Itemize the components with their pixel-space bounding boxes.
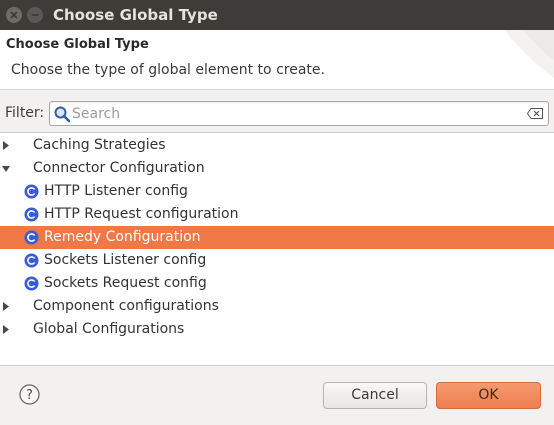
ok-button[interactable]: OK [436,382,541,409]
expand-arrow-icon[interactable] [2,325,10,334]
cancel-button[interactable]: Cancel [323,382,427,409]
window-close-button[interactable] [6,7,22,23]
dialog-description: Choose the type of global element to cre… [11,62,325,78]
search-icon [54,106,71,123]
collapse-arrow-icon[interactable] [2,165,11,173]
tree-item-label: Global Configurations [33,321,185,337]
header-decoration [504,30,554,78]
tree-item-label: HTTP Listener config [44,183,188,199]
tree-item-label: Remedy Configuration [44,229,201,245]
global-element-icon [24,207,39,222]
search-input[interactable] [72,104,512,123]
tree-item-remedy-configuration[interactable]: Remedy Configuration [0,226,554,249]
tree-item-label: HTTP Request configuration [44,206,239,222]
window-title: Choose Global Type [53,6,218,24]
filter-field[interactable] [49,101,549,126]
tree-item-label: Sockets Request config [44,275,207,291]
global-element-icon [24,276,39,291]
minimize-icon [31,14,39,16]
tree-item-caching-strategies[interactable]: Caching Strategies [0,134,554,157]
tree-item-global-configurations[interactable]: Global Configurations [0,318,554,341]
window-titlebar: Choose Global Type [0,0,554,30]
global-element-icon [24,184,39,199]
window-minimize-button[interactable] [27,7,43,23]
tree-item-sockets-listener-config[interactable]: Sockets Listener config [0,249,554,272]
tree-item-component-configurations[interactable]: Component configurations [0,295,554,318]
help-icon: ? [19,384,40,405]
tree-item-sockets-request-config[interactable]: Sockets Request config [0,272,554,295]
filter-label: Filter: [5,105,45,121]
tree-item-http-request-configuration[interactable]: HTTP Request configuration [0,203,554,226]
dialog-header: Choose Global Type Choose the type of gl… [0,30,554,90]
expand-arrow-icon[interactable] [2,141,10,150]
global-element-icon [24,230,39,245]
global-type-tree[interactable]: Caching Strategies Connector Configurati… [0,132,554,366]
help-button[interactable]: ? [19,384,40,405]
tree-item-label: Sockets Listener config [44,252,207,268]
tree-item-label: Connector Configuration [33,160,205,176]
tree-item-label: Component configurations [33,298,219,314]
clear-search-icon[interactable] [527,108,543,119]
expand-arrow-icon[interactable] [2,302,10,311]
dialog-title: Choose Global Type [6,37,149,52]
global-element-icon [24,253,39,268]
tree-item-connector-configuration[interactable]: Connector Configuration [0,157,554,180]
tree-item-http-listener-config[interactable]: HTTP Listener config [0,180,554,203]
tree-item-label: Caching Strategies [33,137,166,153]
help-symbol: ? [26,388,33,403]
close-icon [10,11,18,19]
